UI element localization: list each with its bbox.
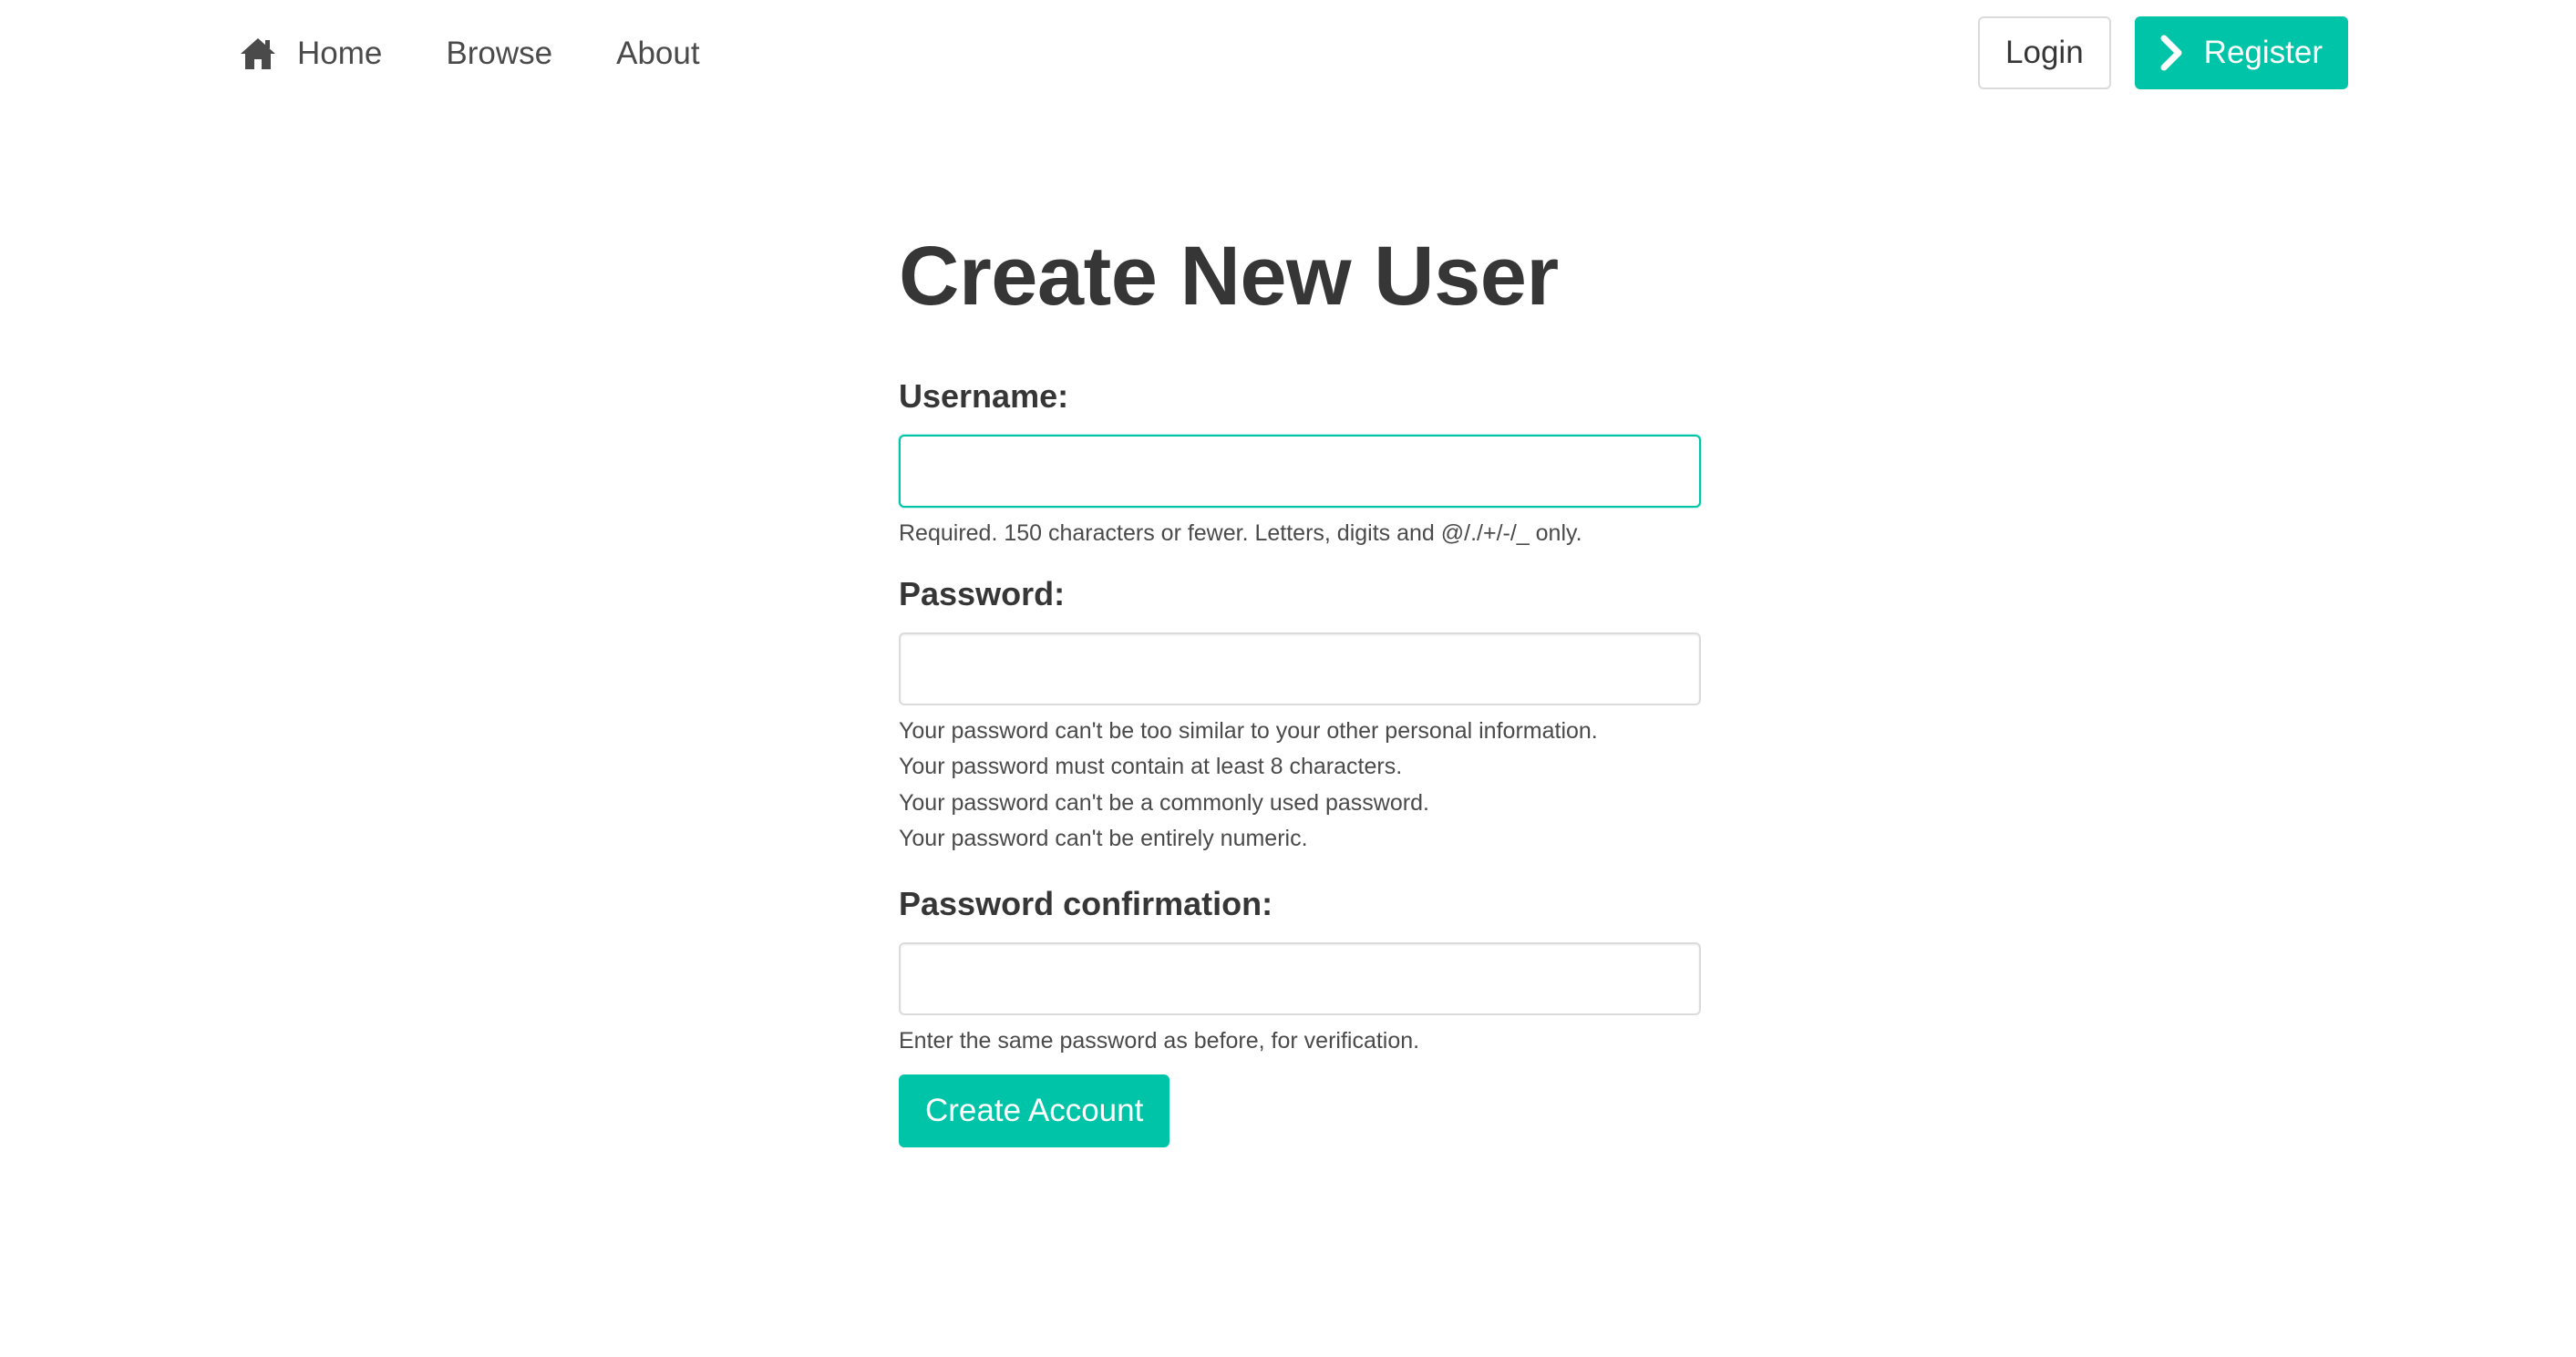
nav-links: Home Browse About — [239, 0, 764, 108]
password-confirmation-field: Password confirmation: Enter the same pa… — [899, 881, 1701, 1060]
username-help: Required. 150 characters or fewer. Lette… — [899, 520, 1582, 546]
register-button-label: Register — [2203, 35, 2323, 70]
login-button[interactable]: Login — [1978, 16, 2111, 89]
nav-home-label: Home — [297, 36, 383, 71]
password-help-list: Your password can't be too similar to yo… — [899, 714, 1701, 858]
password-label: Password: — [899, 574, 1066, 612]
password-input[interactable] — [899, 632, 1701, 705]
password-help-item: Your password must contain at least 8 ch… — [899, 754, 1403, 779]
nav-about-link[interactable]: About — [616, 36, 699, 72]
create-account-button-label: Create Account — [925, 1093, 1144, 1128]
password-help-item: Your password can't be entirely numeric. — [899, 826, 1308, 851]
username-field: Username: Required. 150 characters or fe… — [899, 374, 1701, 552]
password-field: Password: Your password can't be too sim… — [899, 571, 1701, 858]
login-button-label: Login — [2005, 35, 2084, 70]
nav-home-link[interactable]: Home — [239, 35, 382, 73]
nav-actions: Login Register — [1978, 16, 2348, 89]
username-label: Username: — [899, 377, 1069, 415]
password-confirmation-input[interactable] — [899, 941, 1701, 1015]
register-button[interactable]: Register — [2134, 16, 2348, 89]
page-title: Create New User — [899, 230, 1559, 323]
password-confirmation-help: Enter the same password as before, for v… — [899, 1027, 1420, 1054]
home-icon — [239, 35, 277, 73]
nav-browse-link[interactable]: Browse — [446, 36, 552, 72]
password-help-item: Your password can't be too similar to yo… — [899, 717, 1598, 744]
top-navbar: Home Browse About Login Register — [0, 0, 2576, 108]
create-user-form: Create New User Username: Required. 150 … — [899, 219, 1701, 1147]
chevron-right-icon — [2157, 35, 2188, 71]
create-account-button[interactable]: Create Account — [899, 1074, 1170, 1147]
password-help-item: Your password can't be a commonly used p… — [899, 789, 1429, 816]
username-input[interactable] — [899, 435, 1701, 508]
password-confirmation-label: Password confirmation: — [899, 884, 1273, 922]
